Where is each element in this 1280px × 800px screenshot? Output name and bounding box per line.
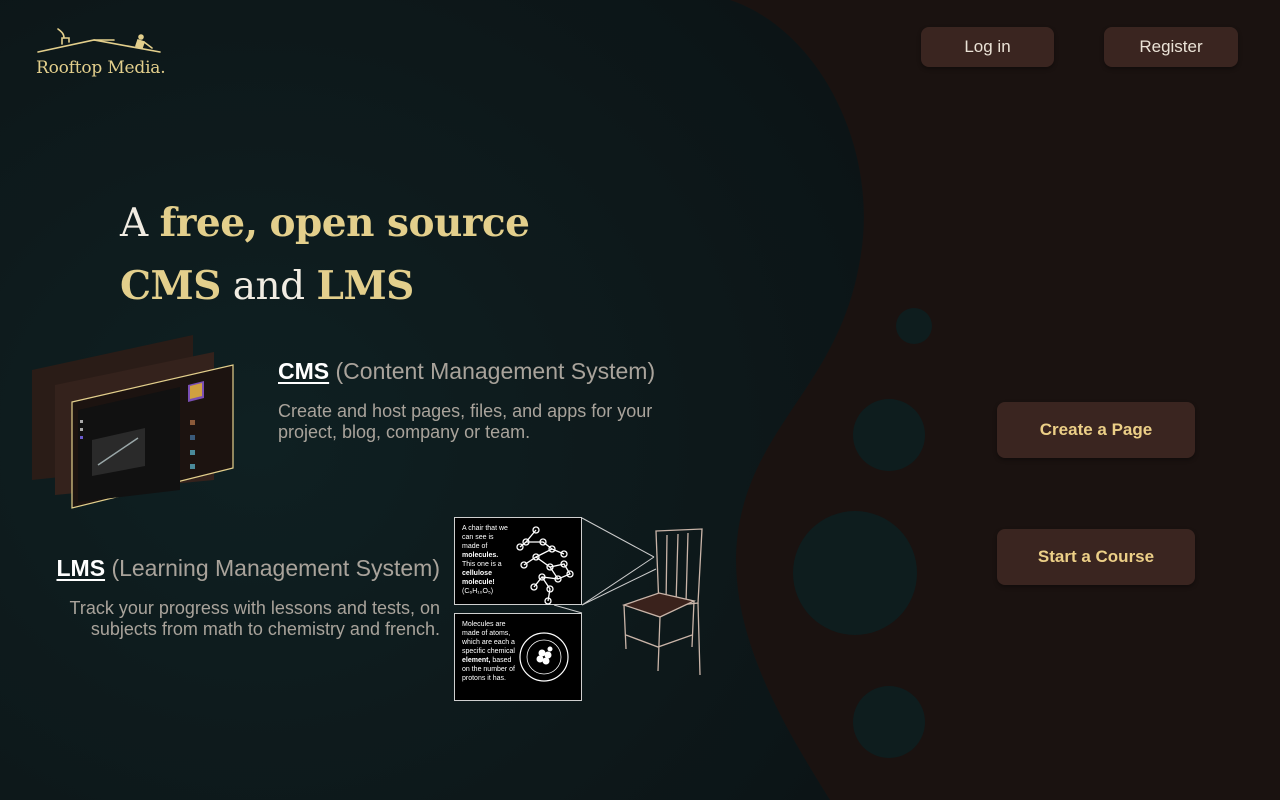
login-button[interactable]: Log in xyxy=(921,27,1054,67)
cms-title: CMS (Content Management System) xyxy=(278,358,655,385)
headline-word: LMS xyxy=(316,263,415,309)
bubble xyxy=(896,308,932,344)
lms-description: Track your progress with lessons and tes… xyxy=(69,598,441,639)
create-page-button[interactable]: Create a Page xyxy=(997,402,1195,458)
chair-icon xyxy=(621,528,703,676)
molecule-chair-drawing xyxy=(516,517,703,682)
start-course-button[interactable]: Start a Course xyxy=(997,529,1195,585)
cms-description: Create and host pages, files, and apps f… xyxy=(278,401,653,442)
atom-icon xyxy=(519,632,569,682)
molecule-icon xyxy=(516,526,574,605)
brand-name[interactable]: Rooftop Media. xyxy=(36,58,166,78)
headline-word: CMS xyxy=(120,263,221,309)
cms-editor-illustration xyxy=(32,335,234,509)
headline-word: free, xyxy=(159,200,259,246)
headline-word: open source xyxy=(269,200,530,246)
lms-link[interactable]: LMS xyxy=(56,555,105,581)
register-button[interactable]: Register xyxy=(1104,27,1238,67)
lms-chemistry-illustration: A chair that we can see is made of molec… xyxy=(454,517,706,703)
headline-word: A xyxy=(120,201,148,246)
page-title: A free, open source CMS and LMS xyxy=(120,192,530,318)
headline-word: and xyxy=(232,264,305,309)
bubble xyxy=(853,399,925,471)
bubble xyxy=(793,511,917,635)
cms-fullname: (Content Management System) xyxy=(335,358,656,384)
lms-fullname: (Learning Management System) xyxy=(111,555,440,581)
cms-link[interactable]: CMS xyxy=(278,358,329,384)
bubble xyxy=(853,686,925,758)
lms-title: LMS (Learning Management System) xyxy=(40,555,440,582)
